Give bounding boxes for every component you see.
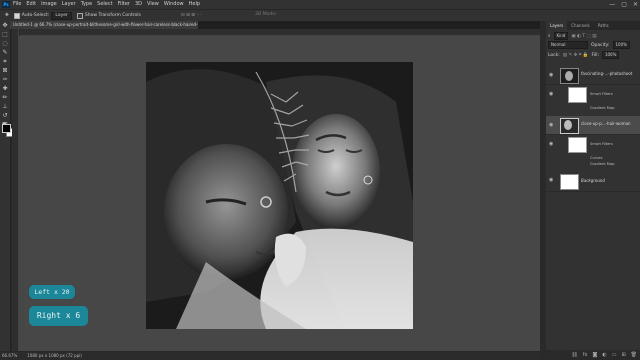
filter-mask-thumbnail bbox=[568, 137, 587, 153]
eyedropper-tool-icon[interactable]: ✑ bbox=[0, 75, 10, 84]
ruler-horizontal bbox=[20, 29, 540, 36]
filter-item-row[interactable]: Gradient Map bbox=[546, 162, 640, 168]
eye-icon[interactable]: ◉ bbox=[549, 141, 553, 147]
new-layer-icon[interactable]: ⊞ bbox=[621, 352, 625, 358]
blend-mode-dropdown[interactable]: Normal bbox=[548, 41, 588, 49]
menu-help[interactable]: Help bbox=[189, 0, 200, 9]
filter-name: Gradient Map bbox=[590, 162, 615, 166]
search-icon: ⌕ bbox=[548, 33, 551, 39]
layers-panel: Layers Channels Paths ⌕ Kind ▣ ◐ T ⬚ ▤ N… bbox=[546, 21, 640, 360]
quick-select-tool-icon[interactable]: ✎ bbox=[0, 48, 10, 57]
maximize-icon[interactable]: ▢ bbox=[621, 0, 627, 9]
ruler-vertical bbox=[12, 29, 19, 351]
filter-row: ⌕ Kind ▣ ◐ T ⬚ ▤ bbox=[548, 32, 597, 40]
tab-paths[interactable]: Paths bbox=[594, 21, 613, 30]
filter-item-row[interactable]: Gradient Map bbox=[546, 106, 640, 112]
layer-name[interactable]: Background bbox=[581, 178, 605, 183]
eye-icon[interactable]: ◉ bbox=[549, 91, 553, 97]
eye-icon[interactable]: ◉ bbox=[549, 122, 553, 128]
lock-row: Lock: ▨ ✎ ✥ ⌗ 🔒 Fill: 100% bbox=[548, 51, 620, 59]
adjustment-icon[interactable]: ◐ bbox=[602, 352, 606, 358]
smart-filters-label: Smart Filters bbox=[590, 92, 613, 96]
smart-filters-label: Smart Filters bbox=[590, 142, 613, 146]
layer-row[interactable]: ◉ Background bbox=[546, 171, 640, 192]
layer-row-selected[interactable]: ◉ close-up-p...-hair-woman bbox=[546, 116, 640, 135]
trash-icon[interactable]: 🗑 bbox=[631, 352, 637, 358]
clone-stamp-icon[interactable]: ⊥ bbox=[0, 102, 10, 111]
auto-select-dropdown[interactable]: Layer bbox=[51, 12, 72, 20]
document-tab-bar: Untitled-1 @ 66.7% (close-up-portrait-bl… bbox=[10, 21, 540, 29]
tools-panel: ✥ ⬚ ◌ ✎ ⌗ ⊠ ✑ ✚ ✏ ⊥ ↺ ◩ bbox=[0, 21, 11, 351]
document-tab[interactable]: Untitled-1 @ 66.7% (close-up-portrait-bl… bbox=[10, 21, 198, 29]
layer-name[interactable]: close-up-p...-hair-woman bbox=[581, 121, 631, 126]
panel-tabs: Layers Channels Paths bbox=[546, 21, 640, 30]
crop-tool-icon[interactable]: ⌗ bbox=[0, 57, 10, 66]
move-tool-icon[interactable]: ✥ bbox=[0, 21, 10, 30]
minimize-icon[interactable]: — bbox=[609, 0, 615, 9]
smart-filter-row[interactable]: ◉ Smart Filters bbox=[546, 135, 640, 155]
layer-name[interactable]: fascinating-...-photoshoot bbox=[581, 71, 632, 76]
menu-select[interactable]: Select bbox=[97, 0, 112, 9]
tab-channels[interactable]: Channels bbox=[567, 21, 594, 30]
menu-file[interactable]: File bbox=[13, 0, 21, 9]
lock-label: Lock: bbox=[548, 52, 560, 58]
keystroke-badge-right: Right x 6 bbox=[29, 306, 88, 326]
filter-icons[interactable]: ▣ ◐ T ⬚ ▤ bbox=[571, 33, 596, 40]
menu-bar: Ps File Edit Image Layer Type Select Fil… bbox=[0, 0, 640, 9]
layer-row[interactable]: ◉ fascinating-...-photoshoot bbox=[546, 66, 640, 85]
filter-name: Curves bbox=[590, 156, 603, 160]
lasso-tool-icon[interactable]: ◌ bbox=[0, 39, 10, 48]
auto-select-checkbox[interactable] bbox=[13, 13, 20, 19]
fx-icon[interactable]: fx bbox=[583, 352, 588, 358]
history-brush-icon[interactable]: ↺ bbox=[0, 111, 10, 120]
menu-3d[interactable]: 3D bbox=[135, 0, 142, 9]
menu-filter[interactable]: Filter bbox=[118, 0, 130, 9]
portrait-artwork bbox=[146, 62, 413, 329]
menu-view[interactable]: View bbox=[147, 0, 159, 9]
brush-tool-icon[interactable]: ✏ bbox=[0, 93, 10, 102]
document-size: 1080 px x 1080 px (72 ppi) bbox=[27, 353, 82, 358]
filter-mask-thumbnail bbox=[568, 87, 587, 103]
mask-icon[interactable]: ◙ bbox=[592, 352, 597, 358]
fill-field[interactable]: 100% bbox=[601, 51, 620, 59]
blend-row: Normal Opacity: 100% bbox=[548, 41, 630, 49]
transform-controls-checkbox[interactable] bbox=[76, 13, 83, 19]
foreground-color-swatch[interactable] bbox=[2, 124, 11, 133]
opacity-label: Opacity: bbox=[591, 42, 610, 48]
layer-thumbnail bbox=[560, 68, 579, 84]
menu-window[interactable]: Window bbox=[164, 0, 184, 9]
layer-thumbnail bbox=[560, 174, 579, 190]
opacity-field[interactable]: 100% bbox=[612, 41, 630, 49]
filter-name: Gradient Map bbox=[590, 106, 615, 110]
layers-panel-footer: ⛓ fx ◙ ◐ ▭ ⊞ 🗑 bbox=[546, 350, 640, 360]
menu-image[interactable]: Image bbox=[41, 0, 57, 9]
layer-thumbnail bbox=[560, 118, 579, 134]
smart-filter-row[interactable]: ◉ Smart Filters bbox=[546, 85, 640, 105]
eye-icon[interactable]: ◉ bbox=[549, 72, 553, 78]
status-bar: 66.67% 1080 px x 1080 px (72 ppi) bbox=[0, 352, 542, 360]
menu-edit[interactable]: Edit bbox=[26, 0, 36, 9]
document-canvas[interactable] bbox=[146, 62, 413, 329]
eye-icon[interactable]: ◉ bbox=[549, 177, 553, 183]
menu-layer[interactable]: Layer bbox=[62, 0, 76, 9]
kind-filter-dropdown[interactable]: Kind bbox=[553, 32, 569, 40]
zoom-level[interactable]: 66.67% bbox=[2, 352, 17, 360]
folder-icon[interactable]: ▭ bbox=[612, 352, 617, 358]
photoshop-logo-icon[interactable]: Ps bbox=[2, 1, 10, 8]
marquee-tool-icon[interactable]: ⬚ bbox=[0, 30, 10, 39]
menu-type[interactable]: Type bbox=[81, 0, 92, 9]
healing-brush-icon[interactable]: ✚ bbox=[0, 84, 10, 93]
window-controls: — ▢ ✕ bbox=[609, 0, 638, 9]
link-icon[interactable]: ⛓ bbox=[571, 352, 577, 358]
frame-tool-icon[interactable]: ⊠ bbox=[0, 66, 10, 75]
lock-icons[interactable]: ▨ ✎ ✥ ⌗ 🔒 bbox=[563, 52, 589, 59]
3d-mode-label: 3D Mode: bbox=[255, 12, 277, 17]
tab-layers[interactable]: Layers bbox=[546, 21, 568, 30]
keystroke-badge-left: Left x 20 bbox=[29, 285, 75, 299]
close-icon[interactable]: ✕ bbox=[633, 0, 638, 9]
fill-label: Fill: bbox=[591, 52, 599, 58]
